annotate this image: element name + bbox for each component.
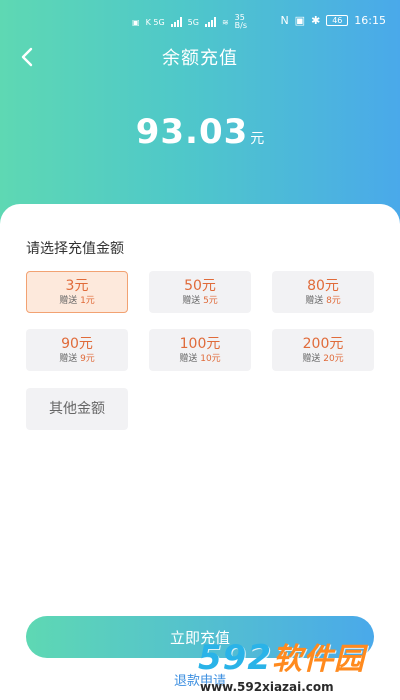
option-bonus: 赠送 20元 xyxy=(302,353,344,364)
option-bonus: 赠送 5元 xyxy=(182,295,218,306)
battery-icon: 46 xyxy=(326,14,349,26)
option-amount: 200元 xyxy=(302,335,344,352)
recharge-now-button[interactable]: 立即充值 xyxy=(26,616,374,658)
status-bar: ▣ K 5G 5G ≋ 35 B/s N ▣ ✱ 46 16:15 xyxy=(0,0,400,40)
wifi-call-icon: ▣ xyxy=(132,17,140,27)
recharge-option-3[interactable]: 3元 赠送 1元 xyxy=(26,271,128,313)
network-label-2: 5G xyxy=(187,17,199,27)
nav-bar: 余额充值 xyxy=(0,40,400,74)
option-bonus: 赠送 8元 xyxy=(305,295,341,306)
section-label: 请选择充值金额 xyxy=(26,241,124,257)
page-title: 余额充值 xyxy=(162,48,238,69)
option-amount: 100元 xyxy=(179,335,221,352)
recharge-option-200[interactable]: 200元 赠送 20元 xyxy=(272,329,374,371)
option-amount: 3元 xyxy=(65,277,89,294)
nfc-icon: N xyxy=(280,13,289,27)
network-label-1: K 5G xyxy=(145,17,165,27)
balance-display: 93.03 元 xyxy=(0,112,400,152)
option-bonus: 赠送 1元 xyxy=(59,295,95,306)
chevron-left-icon xyxy=(21,47,33,67)
bluetooth-icon: ✱ xyxy=(311,13,321,27)
refund-request-link[interactable]: 退款申请 xyxy=(0,670,400,689)
recharge-option-90[interactable]: 90元 赠送 9元 xyxy=(26,329,128,371)
recharge-option-50[interactable]: 50元 赠送 5元 xyxy=(149,271,251,313)
recharge-option-100[interactable]: 100元 赠送 10元 xyxy=(149,329,251,371)
recharge-option-80[interactable]: 80元 赠送 8元 xyxy=(272,271,374,313)
other-amount-button[interactable]: 其他金额 xyxy=(26,388,128,430)
status-network: ▣ K 5G 5G ≋ 35 B/s xyxy=(132,14,247,30)
signal-icon xyxy=(170,17,182,27)
balance-unit: 元 xyxy=(250,131,265,147)
vibrate-icon: ▣ xyxy=(294,13,306,27)
option-bonus: 赠送 9元 xyxy=(59,353,95,364)
wifi-icon: ≋ xyxy=(221,17,229,27)
option-bonus: 赠送 10元 xyxy=(179,353,221,364)
signal-icon-2 xyxy=(204,17,216,27)
option-amount: 90元 xyxy=(61,335,93,352)
back-button[interactable] xyxy=(12,42,42,72)
other-amount-label: 其他金额 xyxy=(49,401,105,417)
balance-value: 93.03 xyxy=(135,112,249,152)
option-amount: 50元 xyxy=(184,277,216,294)
speed-unit: B/s xyxy=(234,21,247,30)
status-indicators: N ▣ ✱ 46 16:15 xyxy=(280,14,386,27)
status-time: 16:15 xyxy=(354,13,386,27)
option-amount: 80元 xyxy=(307,277,339,294)
